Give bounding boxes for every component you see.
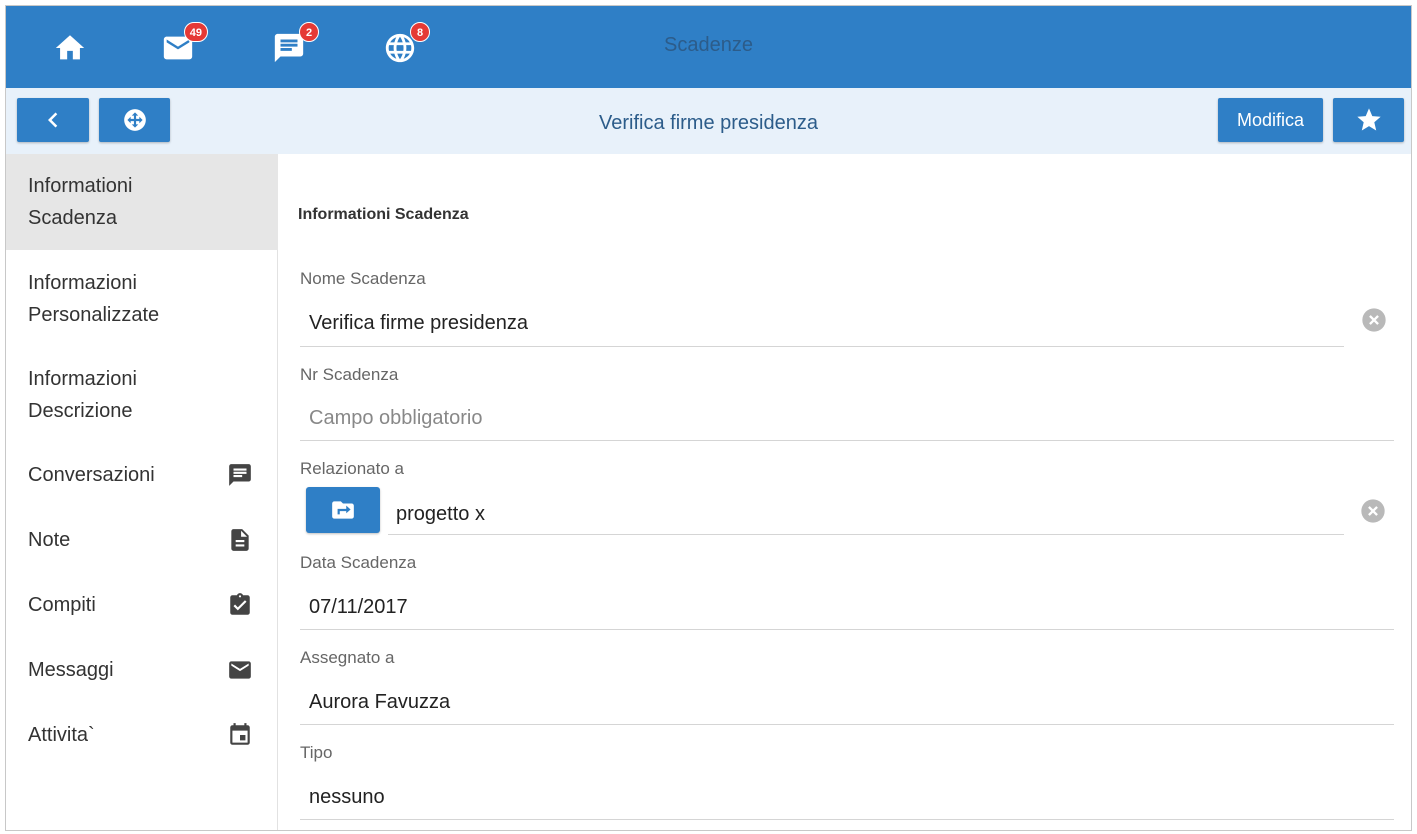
edit-button[interactable]: Modifica — [1218, 98, 1323, 142]
record-title: Verifica firme presidenza — [599, 112, 818, 134]
assegnato-field[interactable]: Aurora Favuzza — [309, 691, 450, 714]
app-window: 49 2 8 Scadenze Verifica firme presidenz… — [5, 5, 1412, 831]
main-content: Informationi Scadenza Nome Scadenza Veri… — [278, 154, 1411, 830]
sidebar-item-label: Informazioni Personalizzate — [28, 272, 160, 326]
calendar-icon — [226, 721, 254, 749]
sidebar-item-label: Informazioni Descrizione — [28, 368, 137, 422]
sidebar-item-label: Compiti — [28, 594, 96, 616]
record-toolbar: Verifica firme presidenza Modifica — [6, 88, 1411, 154]
open-related-button[interactable] — [306, 487, 380, 533]
sidebar-item-attivita[interactable]: Attivita` — [6, 705, 278, 765]
clipboard-check-icon — [226, 591, 254, 619]
share-icon — [330, 497, 356, 523]
sidebar-item-note[interactable]: Note — [6, 510, 278, 570]
relazionato-field[interactable]: progetto x — [396, 503, 485, 526]
assegnato-underline — [300, 724, 1394, 725]
clear-nome-icon[interactable] — [1360, 306, 1388, 334]
sidebar-item-compiti[interactable]: Compiti — [6, 575, 278, 635]
nome-scadenza-field[interactable]: Verifica firme presidenza — [309, 312, 528, 335]
relazionato-label: Relazionato a — [300, 459, 404, 478]
nr-scadenza-label: Nr Scadenza — [300, 365, 399, 384]
document-icon — [226, 526, 254, 554]
data-scadenza-field[interactable]: 07/11/2017 — [309, 596, 408, 619]
assegnato-label: Assegnato a — [300, 648, 395, 667]
sidebar-item-label: Note — [28, 529, 71, 551]
top-bar: 49 2 8 Scadenze — [6, 6, 1411, 88]
data-scadenza-underline — [300, 629, 1394, 630]
sidebar-item-label: Messaggi — [28, 659, 114, 681]
clear-relazionato-icon[interactable] — [1359, 497, 1387, 525]
chat-icon — [226, 461, 254, 489]
nr-scadenza-field[interactable]: Campo obbligatorio — [309, 407, 482, 430]
chevron-left-icon — [38, 105, 68, 135]
nome-scadenza-underline — [300, 346, 1344, 347]
nome-scadenza-label: Nome Scadenza — [300, 269, 426, 288]
tipo-field[interactable]: nessuno — [309, 786, 385, 809]
sidebar-item-messaggi[interactable]: Messaggi — [6, 640, 278, 700]
data-scadenza-label: Data Scadenza — [300, 553, 417, 572]
mail-icon — [226, 656, 254, 684]
sidebar-item-informazioni-personalizzate[interactable]: Informazioni Personalizzate — [6, 253, 278, 345]
sidebar-item-label: Conversazioni — [28, 464, 155, 486]
star-icon — [1355, 106, 1383, 134]
sidebar-item-label: Attivita` — [28, 724, 95, 746]
relazionato-underline — [388, 534, 1344, 535]
favorite-button[interactable] — [1333, 98, 1404, 142]
sidebar: Informationi Scadenza Informazioni Perso… — [6, 154, 278, 830]
move-icon — [122, 107, 148, 133]
app-title: Scadenze — [664, 34, 753, 56]
back-button[interactable] — [17, 98, 89, 142]
sidebar-item-conversazioni[interactable]: Conversazioni — [6, 445, 278, 505]
section-title: Informationi Scadenza — [298, 206, 469, 223]
tipo-underline — [300, 819, 1394, 820]
tipo-label: Tipo — [300, 743, 333, 762]
sidebar-item-informazioni-descrizione[interactable]: Informazioni Descrizione — [6, 349, 278, 441]
sidebar-item-label: Informationi Scadenza — [28, 175, 133, 229]
move-button[interactable] — [99, 98, 170, 142]
nr-scadenza-underline — [300, 440, 1394, 441]
sidebar-item-informazioni-scadenza[interactable]: Informationi Scadenza — [6, 154, 278, 250]
